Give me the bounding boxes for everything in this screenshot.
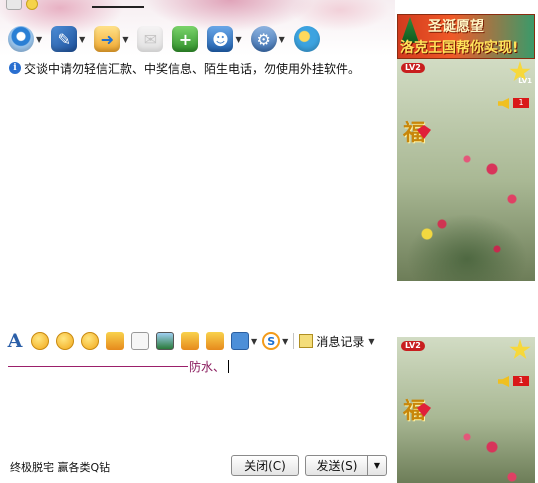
message-input[interactable]: 防水、 [0,354,395,449]
mail-icon: ✉ [137,26,164,52]
window-title [92,6,144,8]
search-s-icon[interactable]: S [262,332,281,350]
chevron-down-icon[interactable]: ▼ [279,35,285,44]
star-icon[interactable] [26,0,38,10]
emoticon-icon[interactable] [31,332,49,350]
send-button[interactable]: 发送(S) [305,455,368,476]
shake-icon[interactable] [81,332,99,350]
chevron-down-icon[interactable]: ▼ [368,337,374,346]
chevron-down-icon[interactable]: ▼ [251,337,257,346]
apps-button[interactable] [293,26,320,52]
add-button[interactable]: + [172,26,199,52]
close-button[interactable]: 关闭(C) [231,455,299,476]
user-icon: ☻ [207,26,234,52]
my-show-panel[interactable]: LV2 1 福 [397,337,535,483]
text-cursor [228,360,230,373]
font-button[interactable]: A [6,330,24,352]
handwriting-icon[interactable] [131,332,149,350]
voice-call-button[interactable]: ✎ ▼ [51,26,85,52]
webcam-icon [8,26,34,52]
chevron-down-icon[interactable]: ▼ [79,35,85,44]
microphone-icon: ✎ [51,26,78,52]
settings-icon: ⚙ [250,26,277,52]
send-options-button[interactable]: ▼ [367,455,387,476]
speaker-icon[interactable] [498,376,509,387]
message-history-area[interactable] [0,78,395,328]
magic-face-icon[interactable] [56,332,74,350]
window-status-icons [6,0,38,10]
status-icon[interactable] [6,0,22,10]
folder-icon: ➜ [94,26,121,52]
input-text-value: 防水、 [189,360,226,374]
chevron-down-icon[interactable]: ▼ [235,35,241,44]
notice-text: 交谈中请勿轻信汇款、中奖信息、陌生电话，勿使用外挂软件。 [24,61,361,76]
ad-headline: 圣诞愿望 [428,19,484,35]
screenshot-icon[interactable] [231,332,249,350]
friend-show-panel[interactable]: LV2 LV1 1 福 [397,59,535,281]
message-history-label: 消息记录 [316,334,365,349]
security-notice: i 交谈中请勿轻信汇款、中奖信息、陌生电话，勿使用外挂软件。 [9,60,360,76]
star-icon [509,339,531,360]
contacts-button[interactable]: ☻ ▼ [207,26,242,52]
chevron-down-icon[interactable]: ▼ [282,337,288,346]
add-icon: + [172,26,199,52]
level-badge: LV2 [401,63,425,73]
count-badge: 1 [513,98,529,108]
count-badge: 1 [513,376,529,386]
send-mail-button[interactable]: ✉ [137,26,164,52]
gift-icon[interactable] [206,332,224,350]
star-level-label: LV1 [518,77,532,85]
app-icon [293,26,320,52]
speaker-icon[interactable] [498,98,509,109]
message-history-button[interactable]: 消息记录 ▼ [299,333,374,350]
format-toolbar: A ▼ S ▼ 消息记录 ▼ [6,330,394,352]
chevron-down-icon: ▼ [373,461,381,470]
ad-banner[interactable]: 圣诞愿望 洛克王国帮你实现! [397,14,535,59]
handwriting-stroke [8,366,188,367]
chat-toolbar: ▼ ✎ ▼ ➜ ▼ ✉ + ☻ ▼ ⚙ ▼ [8,24,329,54]
toolbar-divider [293,333,295,349]
promo-link[interactable]: 终极脱宅 赢各类Q钻 [10,459,110,475]
chevron-down-icon[interactable]: ▼ [36,35,42,44]
send-file-button[interactable]: ➜ ▼ [94,26,128,52]
ad-subline: 洛克王国帮你实现! [400,40,519,56]
image-icon[interactable] [156,332,174,350]
right-sidebar: 圣诞愿望 洛克王国帮你实现! LV2 LV1 1 福 LV2 1 福 [395,0,538,483]
info-icon: i [9,62,21,74]
chat-header: ▼ ✎ ▼ ➜ ▼ ✉ + ☻ ▼ ⚙ ▼ [0,0,395,56]
music-icon[interactable] [181,332,199,350]
level-badge: LV2 [401,341,425,351]
history-icon [299,334,314,348]
settings-button[interactable]: ⚙ ▼ [250,26,285,52]
chevron-down-icon[interactable]: ▼ [122,35,128,44]
input-text: 防水、 [189,358,230,375]
hand-icon[interactable] [106,332,124,350]
video-call-button[interactable]: ▼ [8,26,42,52]
